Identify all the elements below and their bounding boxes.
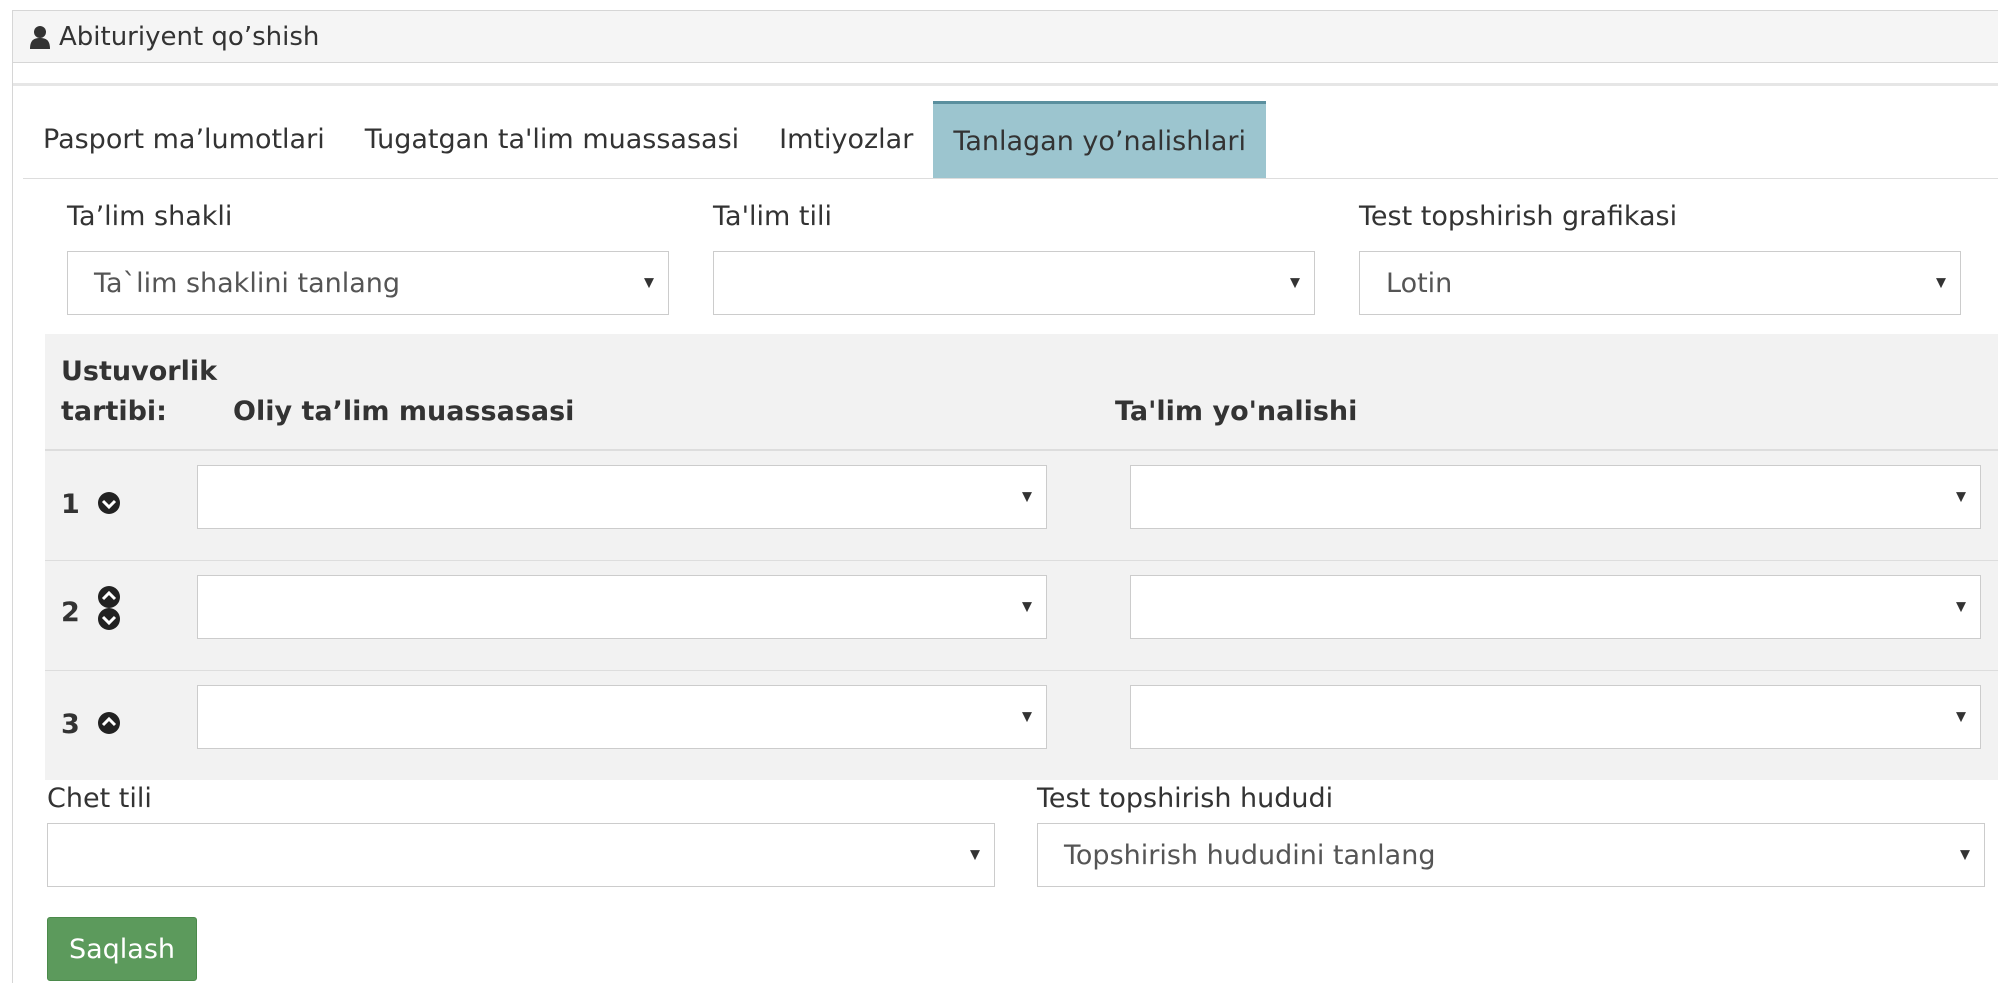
tab-graduated-institution[interactable]: Tugatgan ta'lim muassasasi — [345, 101, 759, 178]
chevron-down-icon: ▼ — [1956, 599, 1966, 615]
heading-divider — [13, 83, 1998, 86]
priority-header: Ustuvorlik tartibi: — [61, 356, 218, 427]
move-down-icon[interactable] — [97, 607, 121, 631]
priority-number: 2 — [61, 597, 80, 628]
chevron-down-icon: ▼ — [1022, 489, 1032, 505]
panel-title: Abituriyent qo’shish — [59, 21, 320, 52]
direction-header: Ta'lim yo'nalishi — [1115, 396, 1358, 427]
tab-bar: Pasport ma’lumotlari Tugatgan ta'lim mua… — [23, 101, 1998, 179]
table-row: 1 ▼ ▼ — [45, 451, 1998, 561]
foreign-language-label: Chet tili — [47, 783, 152, 814]
add-applicant-panel: Abituriyent qo’shish Pasport ma’lumotlar… — [12, 10, 1998, 983]
priority-table: Ustuvorlik tartibi: Oliy ta’lim muassasa… — [45, 334, 1998, 780]
chevron-down-icon: ▼ — [1960, 847, 1970, 863]
test-region-label: Test topshirish hududi — [1037, 783, 1334, 814]
education-language-select[interactable]: ▼ — [713, 251, 1315, 315]
institution-select[interactable]: ▼ — [197, 685, 1047, 749]
chevron-down-icon: ▼ — [1022, 709, 1032, 725]
test-schedule-label: Test topshirish grafikasi — [1359, 201, 1678, 232]
education-language-label: Ta'lim tili — [713, 201, 832, 232]
chevron-down-icon: ▼ — [1022, 599, 1032, 615]
table-header: Ustuvorlik tartibi: Oliy ta’lim muassasa… — [45, 334, 1998, 451]
institution-select[interactable]: ▼ — [197, 575, 1047, 639]
institution-select[interactable]: ▼ — [197, 465, 1047, 529]
move-up-icon[interactable] — [97, 585, 121, 609]
test-schedule-select[interactable]: Lotin ▼ — [1359, 251, 1961, 315]
move-up-icon[interactable] — [97, 711, 121, 735]
user-icon — [29, 25, 51, 49]
panel-heading: Abituriyent qo’shish — [13, 11, 1998, 63]
chevron-down-icon: ▼ — [1956, 709, 1966, 725]
table-row: 3 ▼ ▼ — [45, 671, 1998, 781]
direction-select[interactable]: ▼ — [1130, 575, 1981, 639]
direction-select[interactable]: ▼ — [1130, 465, 1981, 529]
tab-privileges[interactable]: Imtiyozlar — [759, 101, 933, 178]
education-form-label: Ta’lim shakli — [67, 201, 233, 232]
chevron-down-icon: ▼ — [970, 847, 980, 863]
move-down-icon[interactable] — [97, 491, 121, 515]
foreign-language-select[interactable]: ▼ — [47, 823, 995, 887]
tab-passport-info[interactable]: Pasport ma’lumotlari — [23, 101, 345, 178]
chevron-down-icon: ▼ — [1290, 275, 1300, 291]
test-schedule-value: Lotin — [1386, 267, 1453, 299]
table-row: 2 ▼ ▼ — [45, 561, 1998, 671]
chevron-down-icon: ▼ — [644, 275, 654, 291]
priority-number: 1 — [61, 489, 80, 520]
education-form-value: Ta`lim shaklini tanlang — [94, 267, 401, 299]
priority-number: 3 — [61, 709, 80, 740]
direction-select[interactable]: ▼ — [1130, 685, 1981, 749]
test-region-select[interactable]: Topshirish hududini tanlang ▼ — [1037, 823, 1985, 887]
chevron-down-icon: ▼ — [1956, 489, 1966, 505]
test-region-value: Topshirish hududini tanlang — [1064, 839, 1436, 871]
tab-selected-directions[interactable]: Tanlagan yo’nalishlari — [933, 101, 1266, 178]
education-form-select[interactable]: Ta`lim shaklini tanlang ▼ — [67, 251, 669, 315]
institution-header: Oliy ta’lim muassasasi — [233, 396, 575, 427]
chevron-down-icon: ▼ — [1936, 275, 1946, 291]
save-button[interactable]: Saqlash — [47, 917, 197, 981]
